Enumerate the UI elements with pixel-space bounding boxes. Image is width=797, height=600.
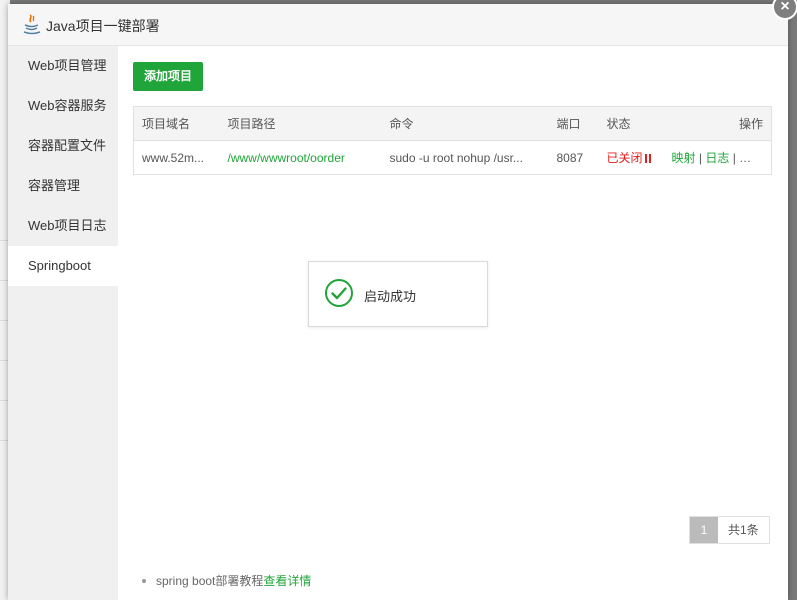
sidebar-item-web-project-log[interactable]: Web项目日志 xyxy=(8,206,118,246)
status-text: 已关闭 xyxy=(606,151,643,165)
sidebar-item-container-management[interactable]: 容器管理 xyxy=(8,166,118,206)
tutorial-tip: spring boot部署教程查看详情 xyxy=(142,572,311,589)
action-separator: | xyxy=(698,151,702,165)
pause-icon xyxy=(644,154,651,163)
table-row: www.52m... /www/wwwroot/oorder sudo -u r… xyxy=(134,141,772,175)
log-link[interactable]: 日志 xyxy=(705,151,729,165)
header-status: 状态 xyxy=(598,106,664,141)
status-stopped-toggle[interactable]: 已关闭 xyxy=(607,151,651,165)
dialog-title: Java项目一键部署 xyxy=(46,18,160,34)
add-project-button[interactable]: 添加项目 xyxy=(133,62,204,91)
sidebar-item-web-container-service[interactable]: Web容器服务 xyxy=(8,86,118,126)
bullet-icon xyxy=(142,579,146,583)
action-separator: | xyxy=(732,151,736,165)
sidebar-item-web-project-management[interactable]: Web项目管理 xyxy=(8,46,118,86)
table-header-row: 项目域名 项目路径 命令 端口 状态 操作 xyxy=(133,106,772,141)
toast-message: 启动成功 xyxy=(364,289,417,304)
dialog-titlebar: Java项目一键部署 xyxy=(8,4,788,46)
main-panel: 添加项目 项目域名 项目路径 命令 端口 状态 操作 www.52m... /w… xyxy=(118,46,788,600)
header-actions: 操作 xyxy=(663,106,772,141)
tip-text: spring boot部署教程 xyxy=(156,574,264,588)
cell-status: 已关闭 xyxy=(599,141,664,175)
sidebar-item-container-config-file[interactable]: 容器配置文件 xyxy=(8,126,118,166)
project-path-link[interactable]: /www/wwwroot/oorder xyxy=(228,151,345,165)
deploy-dialog: Java项目一键部署 × Web项目管理 Web容器服务 容器配置文件 容器管理… xyxy=(8,0,797,600)
header-command: 命令 xyxy=(381,106,549,141)
cell-actions: 映射 | 日志 | 删除 xyxy=(664,141,772,175)
sidebar: Web项目管理 Web容器服务 容器配置文件 容器管理 Web项目日志 Spri… xyxy=(8,46,118,600)
header-domain: 项目域名 xyxy=(133,106,220,141)
success-check-icon xyxy=(325,279,353,307)
cell-command: sudo -u root nohup /usr... xyxy=(389,150,523,165)
map-link[interactable]: 映射 xyxy=(672,151,696,165)
page-total-count: 共1条 xyxy=(718,517,769,543)
success-toast: 启动成功 xyxy=(308,261,488,327)
sidebar-item-springboot[interactable]: Springboot xyxy=(8,246,118,286)
cell-path: /www/wwwroot/oorder xyxy=(220,141,382,175)
header-port: 端口 xyxy=(548,106,599,141)
project-table: 项目域名 项目路径 命令 端口 状态 操作 www.52m... /www/ww… xyxy=(133,106,772,175)
view-details-link[interactable]: 查看详情 xyxy=(263,574,311,588)
cell-port: 8087 xyxy=(556,150,584,165)
page-number-current[interactable]: 1 xyxy=(690,517,718,543)
close-button[interactable]: × xyxy=(772,0,797,20)
java-icon xyxy=(23,14,41,35)
header-path: 项目路径 xyxy=(219,106,382,141)
pagination: 1 共1条 xyxy=(689,516,770,544)
delete-link[interactable]: 删除 xyxy=(739,151,763,165)
cell-domain: www.52m... xyxy=(142,150,205,165)
